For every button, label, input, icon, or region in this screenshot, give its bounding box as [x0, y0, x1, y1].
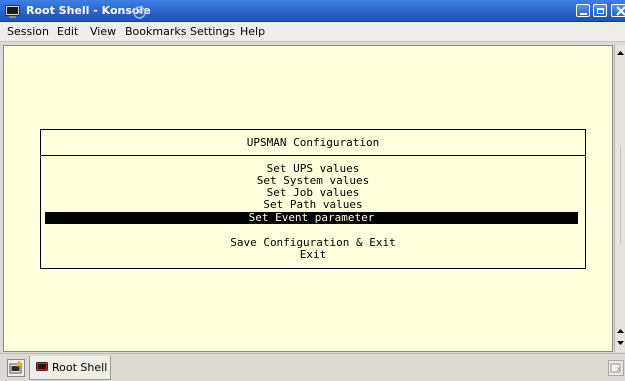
- maximize-button[interactable]: [593, 4, 607, 17]
- close-session-button[interactable]: [608, 360, 624, 376]
- scroll-up-lower-icon[interactable]: [616, 327, 625, 336]
- terminal-icon: [36, 362, 48, 371]
- session-tab-bar: Root Shell: [0, 353, 625, 381]
- window-title: Root Shell - Konsole: [26, 4, 151, 17]
- new-session-button[interactable]: [7, 359, 25, 377]
- scrollbar-grip-icon: [620, 145, 621, 245]
- minimize-button[interactable]: [576, 4, 590, 17]
- vertical-scrollbar[interactable]: [614, 45, 625, 352]
- menu-bar: Session Edit View Bookmarks Settings Hel…: [0, 22, 625, 42]
- maximize-icon: [597, 8, 604, 14]
- menu-view[interactable]: View: [90, 25, 116, 39]
- menu-bookmarks[interactable]: Bookmarks: [125, 25, 186, 39]
- dialog-title: UPSMAN Configuration: [246, 136, 380, 149]
- menu-option-event-parameter[interactable]: Set Event parameter: [45, 212, 578, 224]
- clock-icon: [133, 4, 146, 19]
- menu-option-path-values[interactable]: Set Path values: [40, 199, 586, 211]
- tab-label: Root Shell: [52, 361, 108, 374]
- close-session-icon: [610, 363, 622, 373]
- new-session-icon: [9, 360, 23, 374]
- menu-settings[interactable]: Settings: [190, 25, 235, 39]
- scroll-up-icon[interactable]: [616, 49, 625, 58]
- close-icon: [616, 6, 625, 16]
- menu-option-exit[interactable]: Exit: [40, 249, 586, 261]
- title-bar[interactable]: Root Shell - Konsole: [0, 0, 625, 22]
- close-button[interactable]: [611, 4, 625, 17]
- tab-root-shell[interactable]: Root Shell: [29, 356, 111, 380]
- terminal-view[interactable]: UPSMAN Configuration Set UPS values Set …: [4, 46, 612, 351]
- menu-session[interactable]: Session: [7, 25, 49, 39]
- minimize-icon: [580, 13, 587, 15]
- menu-edit[interactable]: Edit: [57, 25, 78, 39]
- scroll-down-icon[interactable]: [616, 338, 625, 347]
- dialog-title-separator: [40, 155, 586, 156]
- konsole-icon[interactable]: [5, 4, 20, 18]
- menu-help[interactable]: Help: [240, 25, 265, 39]
